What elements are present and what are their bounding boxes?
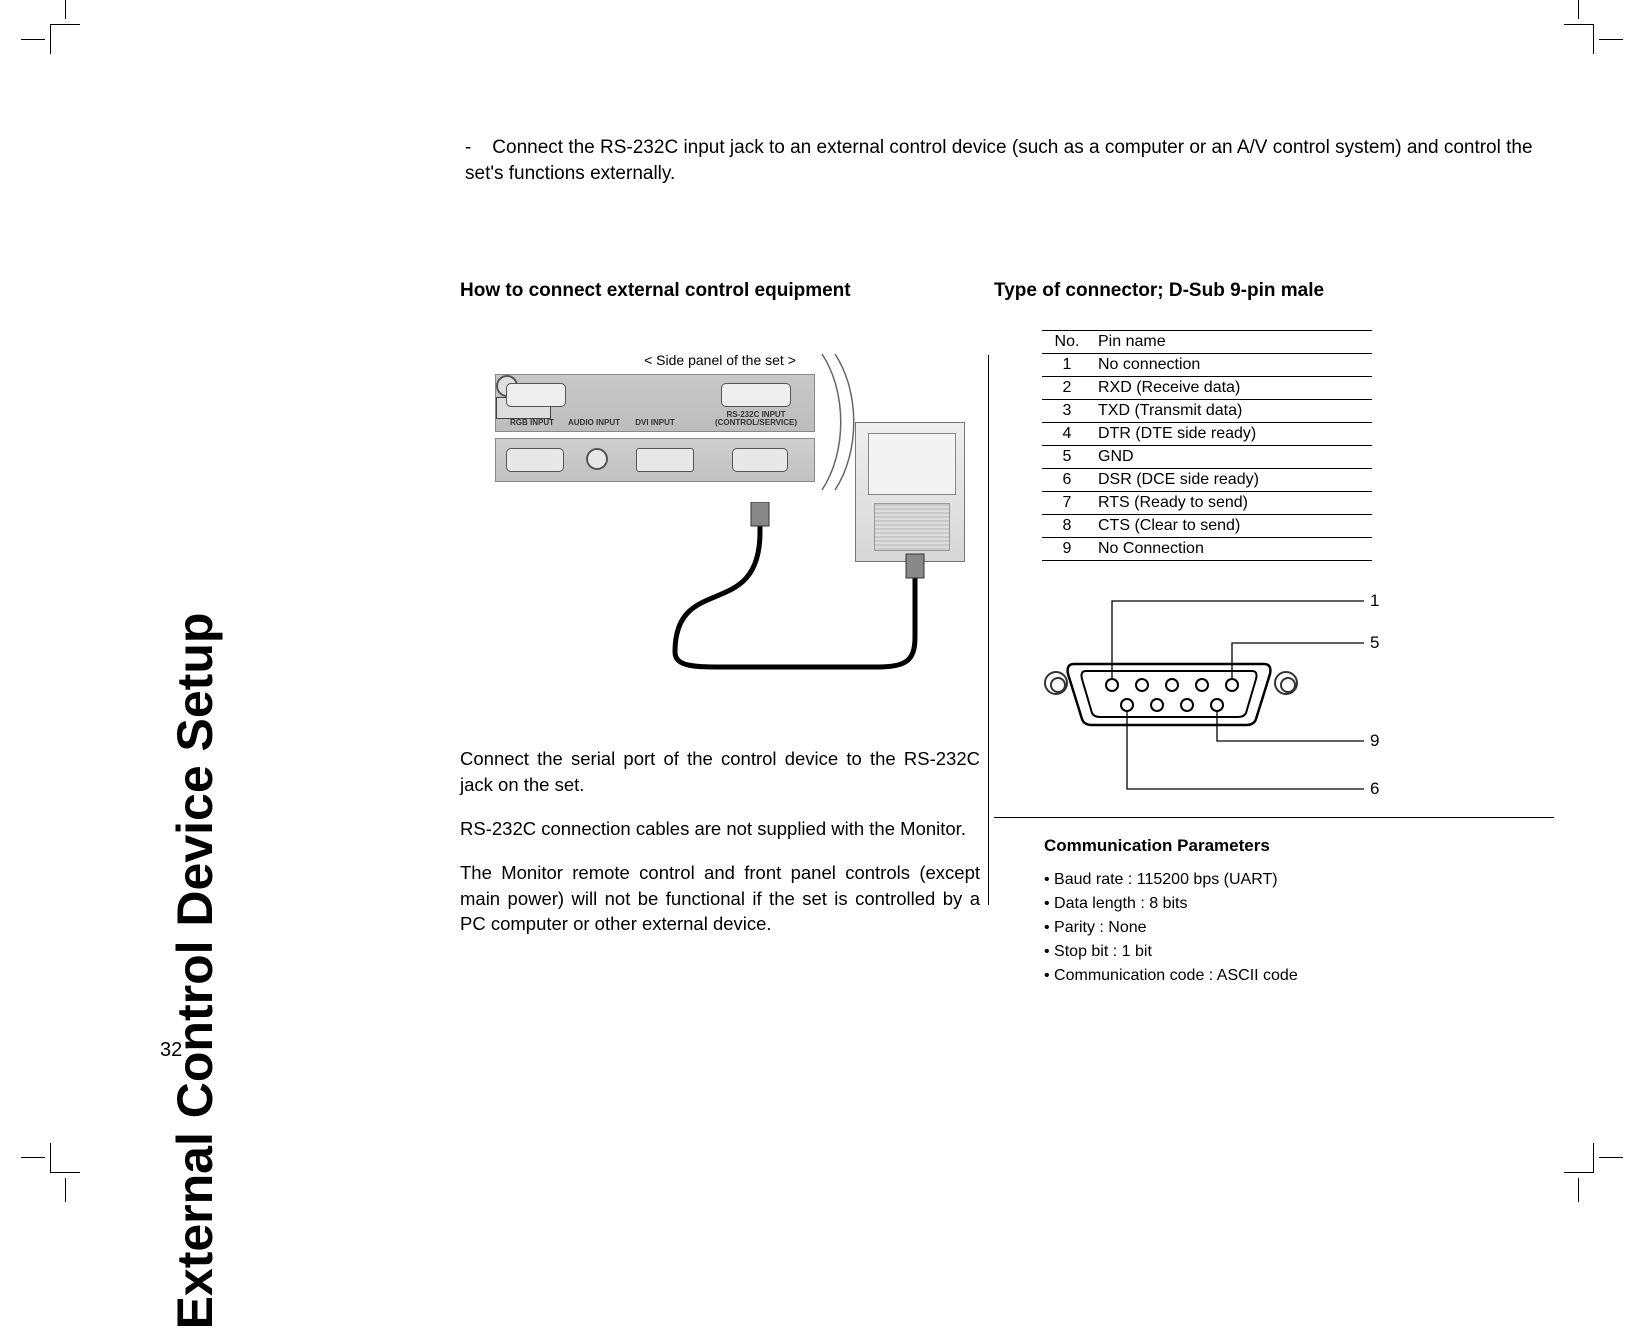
pin-no: 8 xyxy=(1042,515,1092,538)
pin-no: 1 xyxy=(1042,354,1092,377)
pin-no: 5 xyxy=(1042,446,1092,469)
dvi-port-label: DVI INPUT xyxy=(624,418,686,427)
table-row: 2RXD (Receive data) xyxy=(1042,377,1372,400)
rs232-port-label: RS-232C INPUT (CONTROL/SERVICE) xyxy=(706,411,806,427)
pin-name: No Connection xyxy=(1092,538,1372,561)
right-heading: Type of connector; D-Sub 9-pin male xyxy=(994,280,1554,302)
table-row: 5GND xyxy=(1042,446,1372,469)
table-row: 1No connection xyxy=(1042,354,1372,377)
jack-1-icon xyxy=(506,448,564,472)
table-row: 3TXD (Transmit data) xyxy=(1042,400,1372,423)
lower-panel xyxy=(495,438,815,482)
comm-stop-bit: Stop bit : 1 bit xyxy=(1044,940,1554,964)
comm-list: Baud rate : 115200 bps (UART) Data lengt… xyxy=(1044,868,1554,988)
comm-data-length: Data length : 8 bits xyxy=(1044,892,1554,916)
left-para-3: The Monitor remote control and front pan… xyxy=(460,860,980,938)
jack-2-icon xyxy=(586,448,608,470)
left-heading: How to connect external control equipmen… xyxy=(460,280,980,302)
communication-parameters: Communication Parameters Baud rate : 115… xyxy=(1044,836,1554,988)
pin-name: No connection xyxy=(1092,354,1372,377)
pin-leader-lines xyxy=(1034,591,1394,811)
column-divider xyxy=(988,355,989,905)
side-title-text: External Control Device Setup xyxy=(166,613,224,1329)
set-side-panel: RGB INPUT AUDIO INPUT DVI INPUT RS-232C … xyxy=(495,374,815,432)
pin-no: 9 xyxy=(1042,538,1092,561)
comm-baud: Baud rate : 115200 bps (UART) xyxy=(1044,868,1554,892)
rs232-port-icon xyxy=(721,383,791,407)
page: External Control Device Setup 32 - Conne… xyxy=(60,40,1584,1157)
table-row: 9No Connection xyxy=(1042,538,1372,561)
pin-callout-9: 9 xyxy=(1370,731,1379,751)
serial-cable-icon xyxy=(665,502,925,672)
pin-no: 2 xyxy=(1042,377,1092,400)
pin-callout-6: 6 xyxy=(1370,779,1379,799)
jack-3-icon xyxy=(636,448,694,472)
pin-name: GND xyxy=(1092,446,1372,469)
side-panel-label: < Side panel of the set > xyxy=(485,352,955,368)
rgb-port-icon xyxy=(506,383,566,407)
side-title: External Control Device Setup xyxy=(160,120,230,1000)
pin-header-no: No. xyxy=(1042,331,1092,354)
intro-text: Connect the RS-232C input jack to an ext… xyxy=(465,137,1533,184)
table-row: 6DSR (DCE side ready) xyxy=(1042,469,1372,492)
jack-4-icon xyxy=(732,448,788,472)
connection-diagram: < Side panel of the set > RGB INPUT AUDI… xyxy=(485,352,955,722)
pin-callout-5: 5 xyxy=(1370,633,1379,653)
pin-header-name: Pin name xyxy=(1092,331,1372,354)
intro-paragraph: - Connect the RS-232C input jack to an e… xyxy=(465,135,1545,187)
page-number: 32 xyxy=(160,1039,182,1062)
comm-code: Communication code : ASCII code xyxy=(1044,964,1554,988)
rgb-port-label: RGB INPUT xyxy=(502,418,562,427)
right-column: Type of connector; D-Sub 9-pin male No. … xyxy=(994,280,1554,988)
section-divider xyxy=(994,817,1554,818)
left-column: How to connect external control equipmen… xyxy=(460,280,980,955)
left-para-2: RS-232C connection cables are not suppli… xyxy=(460,816,980,842)
left-para-1: Connect the serial port of the control d… xyxy=(460,746,980,798)
comm-parity: Parity : None xyxy=(1044,916,1554,940)
audio-port-label: AUDIO INPUT xyxy=(568,418,620,427)
left-body-text: Connect the serial port of the control d… xyxy=(460,746,980,937)
table-row: 7RTS (Ready to send) xyxy=(1042,492,1372,515)
table-row: 8CTS (Clear to send) xyxy=(1042,515,1372,538)
bullet-dash: - xyxy=(465,135,487,161)
pin-no: 6 xyxy=(1042,469,1092,492)
pin-name: RXD (Receive data) xyxy=(1092,377,1372,400)
comm-heading: Communication Parameters xyxy=(1044,836,1554,856)
table-row: 4DTR (DTE side ready) xyxy=(1042,423,1372,446)
pin-no: 3 xyxy=(1042,400,1092,423)
pin-name: TXD (Transmit data) xyxy=(1092,400,1372,423)
pin-table: No. Pin name 1No connection 2RXD (Receiv… xyxy=(1042,330,1372,561)
pin-name: CTS (Clear to send) xyxy=(1092,515,1372,538)
pin-table-header: No. Pin name xyxy=(1042,331,1372,354)
pin-name: DTR (DTE side ready) xyxy=(1092,423,1372,446)
pin-name: DSR (DCE side ready) xyxy=(1092,469,1372,492)
pin-no: 4 xyxy=(1042,423,1092,446)
connector-figure: 1 5 9 6 xyxy=(1034,591,1394,811)
pin-name: RTS (Ready to send) xyxy=(1092,492,1372,515)
pin-callout-1: 1 xyxy=(1370,591,1379,611)
pin-no: 7 xyxy=(1042,492,1092,515)
